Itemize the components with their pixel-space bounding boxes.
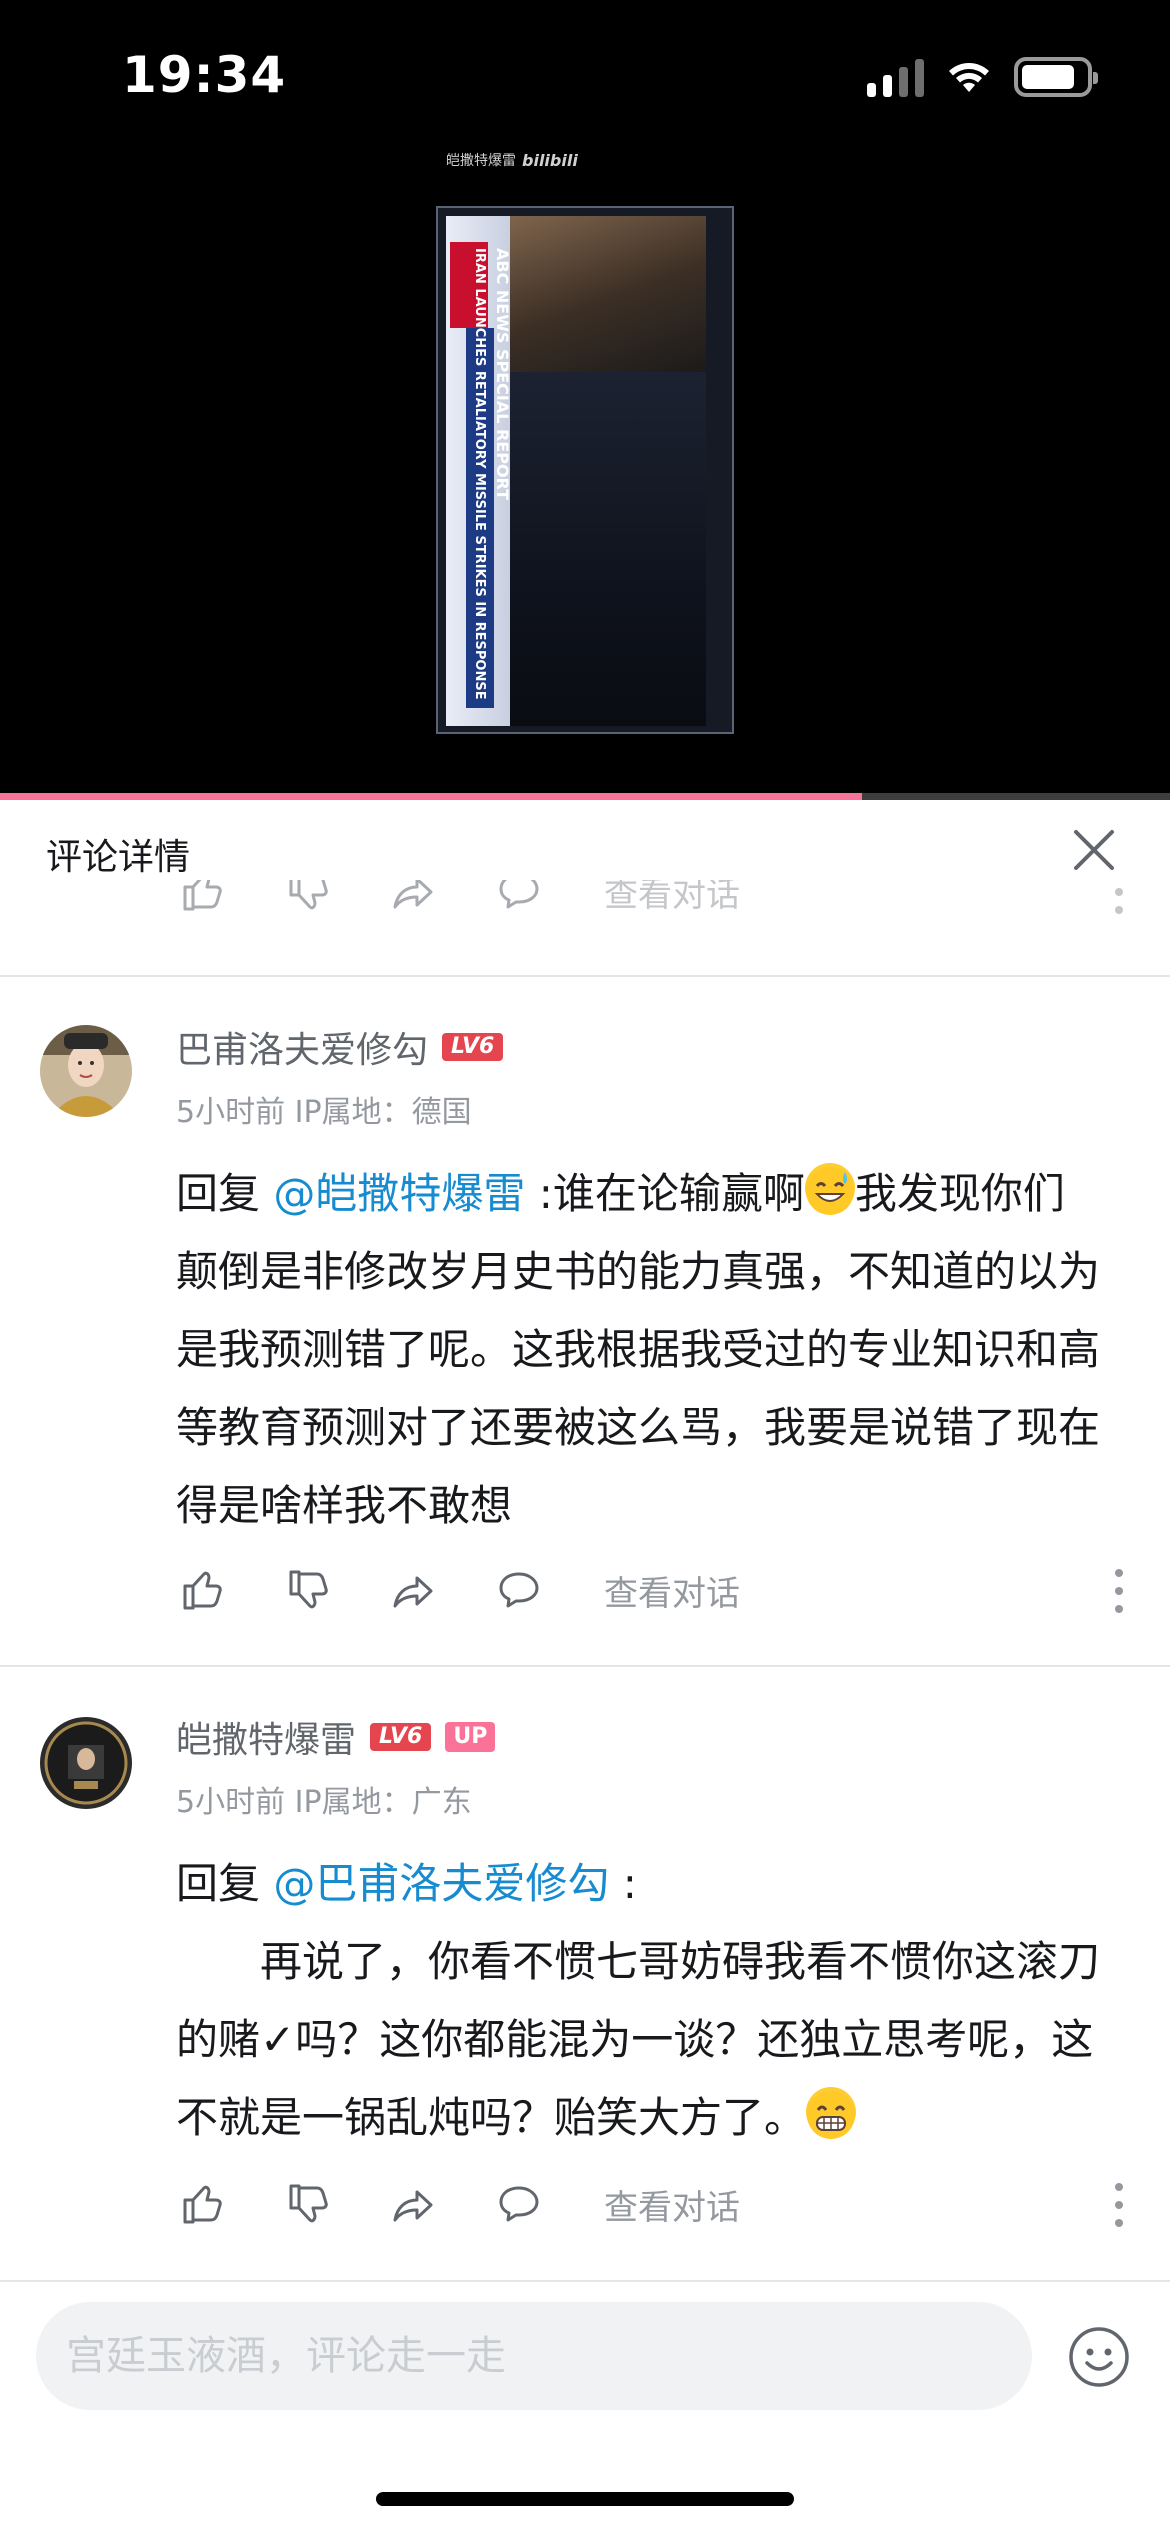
battery-icon <box>1014 57 1098 97</box>
more-icon[interactable] <box>1112 880 1126 914</box>
scrolled-action-row: 查看对话 <box>0 880 1170 930</box>
comment-body: 回复 @皑撒特爆雷 :谁在论输赢啊 我发现你们颠倒是非修改岁月史书的能力真强，不知… <box>176 1155 1106 1545</box>
comment-body: 回复 @巴甫洛夫爱修勾 : 再说了，你看不惯七哥妨碍我看不惯你这滚刀的赌✓吗？这… <box>176 1859 1101 2142</box>
more-icon[interactable] <box>1112 2183 1126 2227</box>
emoji-picker-icon[interactable] <box>1068 2326 1130 2388</box>
cellular-signal-icon <box>867 57 924 97</box>
mention-link[interactable]: @巴甫洛夫爱修勾 <box>273 1859 609 1908</box>
level-badge: LV6 <box>442 1033 504 1061</box>
grin-emoji-icon <box>806 2087 857 2139</box>
view-thread-link[interactable]: 查看对话 <box>604 2180 740 2229</box>
share-icon[interactable] <box>388 880 438 916</box>
video-frame: ABC NEWS SPECIAL REPORT IRAN LAUNCHES RE… <box>436 206 734 734</box>
dislike-icon[interactable] <box>282 1565 332 1615</box>
avatar[interactable] <box>40 1717 132 1809</box>
sweat-smile-emoji-icon <box>804 1163 855 1215</box>
comment-icon[interactable] <box>494 2179 544 2229</box>
wifi-icon <box>949 63 989 92</box>
share-icon[interactable] <box>388 2179 438 2229</box>
video-progress-bar[interactable] <box>0 793 1170 800</box>
up-badge: UP <box>445 1722 496 1752</box>
more-icon[interactable] <box>1112 1569 1126 1613</box>
status-time: 19:34 <box>122 46 287 104</box>
view-thread-link[interactable]: 查看对话 <box>604 1566 740 1615</box>
mention-link[interactable]: @皑撒特爆雷 <box>273 1169 525 1218</box>
home-indicator <box>376 2492 794 2506</box>
dislike-icon[interactable] <box>282 880 332 916</box>
like-icon[interactable] <box>176 880 226 916</box>
status-icons <box>867 56 1098 98</box>
like-icon[interactable] <box>176 2179 226 2229</box>
close-icon[interactable] <box>1070 826 1118 874</box>
avatar[interactable] <box>40 1025 132 1117</box>
comment-item: 皑撒特爆雷 LV6 UP 5小时前 IP属地：广东 回复 @巴甫洛夫爱修勾 : … <box>0 1665 1170 2280</box>
share-icon[interactable] <box>388 1565 438 1615</box>
comment-icon[interactable] <box>494 880 544 916</box>
page-title: 评论详情 <box>46 837 191 878</box>
comment-actions: 查看对话 <box>176 1565 1126 1615</box>
video-player[interactable]: 19:34 皑撒特爆雷 bilibili ABC NEWS SPECIAL RE… <box>0 0 1170 800</box>
view-thread-link[interactable]: 查看对话 <box>604 880 740 916</box>
dislike-icon[interactable] <box>282 2179 332 2229</box>
news-caption: ABC NEWS SPECIAL REPORT IRAN LAUNCHES RE… <box>472 248 512 700</box>
comment-item: 巴甫洛夫爱修勾 LV6 5小时前 IP属地：德国 回复 @皑撒特爆雷 :谁在论输… <box>0 975 1170 1665</box>
comment-meta: 5小时前 IP属地：德国 <box>176 1095 472 1130</box>
video-progress-fill <box>0 793 863 800</box>
username[interactable]: 皑撒特爆雷 <box>176 1711 356 1763</box>
comment-icon[interactable] <box>494 1565 544 1615</box>
username[interactable]: 巴甫洛夫爱修勾 <box>176 1021 428 1073</box>
comment-input[interactable] <box>36 2302 1032 2410</box>
like-icon[interactable] <box>176 1565 226 1615</box>
comment-actions: 查看对话 <box>176 2179 1126 2229</box>
comment-input-bar <box>0 2280 1170 2532</box>
comment-meta: 5小时前 IP属地：广东 <box>176 1785 472 1820</box>
video-watermark: 皑撒特爆雷 bilibili <box>446 150 578 170</box>
level-badge: LV6 <box>370 1723 432 1751</box>
